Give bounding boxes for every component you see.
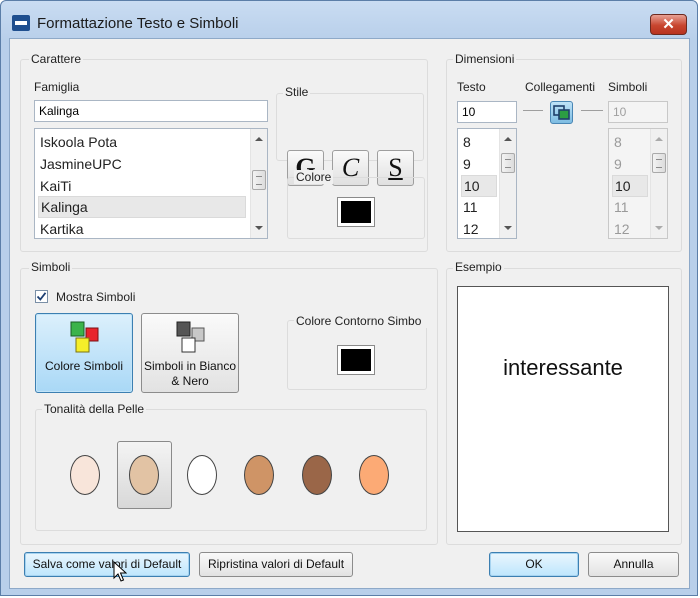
font-list-item[interactable]: JasmineUPC bbox=[38, 153, 245, 175]
text-color-swatch[interactable] bbox=[337, 197, 375, 227]
collegamenti-label: Collegamenti bbox=[525, 80, 596, 94]
save-default-button[interactable]: Salva come valori di Default bbox=[24, 552, 190, 577]
famiglia-label: Famiglia bbox=[34, 80, 80, 94]
link-chain-icon bbox=[553, 105, 570, 120]
scroll-down-arrow-icon bbox=[655, 226, 663, 230]
simboli-size-listbox: 8 9 10 11 12 bbox=[608, 128, 668, 239]
testo-size-listbox[interactable]: 8 9 10 11 12 bbox=[457, 128, 517, 239]
dimensioni-group-label: Dimensioni bbox=[453, 52, 517, 66]
skin-tone-option[interactable] bbox=[244, 455, 274, 495]
mouse-cursor-icon bbox=[113, 561, 127, 582]
esempio-group-label: Esempio bbox=[453, 260, 504, 274]
testo-label: Testo bbox=[457, 80, 486, 94]
colore-simboli-label: Colore Simboli bbox=[44, 359, 124, 373]
simboli-group-label: Simboli bbox=[29, 260, 73, 274]
link-sizes-toggle[interactable] bbox=[550, 101, 573, 124]
skin-tone-option[interactable] bbox=[129, 455, 159, 495]
font-list-item[interactable]: KaiTi bbox=[38, 175, 245, 197]
cancel-button[interactable]: Annulla bbox=[588, 552, 679, 577]
size-list-item: 8 bbox=[614, 134, 622, 150]
scroll-down-arrow-icon[interactable] bbox=[504, 226, 512, 230]
link-line-left bbox=[523, 110, 543, 111]
size-list-item-selected[interactable]: 10 bbox=[461, 175, 497, 197]
stile-group-label: Stile bbox=[283, 85, 311, 99]
checkmark-icon bbox=[36, 292, 47, 301]
skin-tone-option[interactable] bbox=[70, 455, 100, 495]
scroll-up-arrow-icon[interactable] bbox=[504, 137, 512, 141]
testo-size-input[interactable]: 10 bbox=[457, 101, 517, 123]
size-list-item: 12 bbox=[614, 221, 630, 237]
contorno-color-swatch[interactable] bbox=[337, 345, 375, 375]
tonalita-group-label: Tonalità della Pelle bbox=[42, 402, 147, 416]
scroll-thumb[interactable] bbox=[252, 170, 266, 190]
preview-text: interessante bbox=[503, 355, 623, 380]
preview-box: interessante bbox=[457, 286, 669, 532]
testo-size-scrollbar[interactable] bbox=[499, 129, 516, 238]
close-button[interactable]: ✕ bbox=[650, 14, 687, 35]
ok-button[interactable]: OK bbox=[489, 552, 579, 577]
skin-tone-option[interactable] bbox=[359, 455, 389, 495]
scroll-up-arrow-icon bbox=[655, 137, 663, 141]
font-listbox[interactable]: Iskoola Pota JasmineUPC KaiTi Kalinga Ka… bbox=[34, 128, 268, 239]
font-list-scrollbar[interactable] bbox=[250, 129, 267, 238]
window-title: Formattazione Testo e Simboli bbox=[37, 15, 239, 32]
bianco-nero-button[interactable]: Simboli in Bianco & Nero bbox=[141, 313, 239, 393]
carattere-group-label: Carattere bbox=[29, 52, 84, 66]
scroll-thumb bbox=[652, 153, 666, 173]
font-list-item[interactable]: Kartika bbox=[38, 218, 245, 238]
contorno-color-fill bbox=[341, 349, 371, 371]
dialog-window: Formattazione Testo e Simboli ✕ Caratter… bbox=[0, 0, 698, 596]
colore-simboli-button[interactable]: Colore Simboli bbox=[35, 313, 133, 393]
text-color-fill bbox=[341, 201, 371, 223]
bw-symbols-icon bbox=[176, 321, 205, 353]
scroll-thumb[interactable] bbox=[501, 153, 515, 173]
simboli-size-scrollbar bbox=[650, 129, 667, 238]
colore-group-label: Colore bbox=[294, 170, 334, 184]
size-list-item-selected: 10 bbox=[612, 175, 648, 197]
size-list-item[interactable]: 11 bbox=[461, 196, 497, 218]
font-list-item[interactable]: Iskoola Pota bbox=[38, 131, 245, 153]
bianco-nero-label: Simboli in Bianco & Nero bbox=[143, 359, 237, 388]
contorno-group-label: Colore Contorno Simbo bbox=[294, 314, 431, 328]
size-list-item[interactable]: 9 bbox=[461, 153, 497, 175]
size-list-item: 11 bbox=[614, 199, 629, 215]
app-icon bbox=[12, 15, 30, 31]
size-list-item[interactable]: 12 bbox=[461, 218, 497, 238]
mostra-simboli-label[interactable]: Mostra Simboli bbox=[56, 290, 135, 304]
size-list-item: 9 bbox=[614, 156, 622, 172]
skin-tone-option[interactable] bbox=[187, 455, 217, 495]
scroll-up-arrow-icon[interactable] bbox=[255, 137, 263, 141]
color-symbols-icon bbox=[70, 321, 99, 353]
simboli-size-label: Simboli bbox=[608, 80, 648, 94]
font-list-item-selected[interactable]: Kalinga bbox=[38, 196, 246, 218]
link-line-right bbox=[581, 110, 603, 111]
skin-tone-option[interactable] bbox=[302, 455, 332, 495]
famiglia-input[interactable]: Kalinga bbox=[34, 100, 268, 122]
restore-default-button[interactable]: Ripristina valori di Default bbox=[199, 552, 353, 577]
simboli-size-input: 10 bbox=[608, 101, 668, 123]
mostra-simboli-checkbox[interactable] bbox=[35, 290, 48, 303]
size-list-item[interactable]: 8 bbox=[461, 131, 497, 153]
dialog-body: Carattere Famiglia Kalinga Iskoola Pota … bbox=[9, 38, 690, 589]
scroll-down-arrow-icon[interactable] bbox=[255, 226, 263, 230]
